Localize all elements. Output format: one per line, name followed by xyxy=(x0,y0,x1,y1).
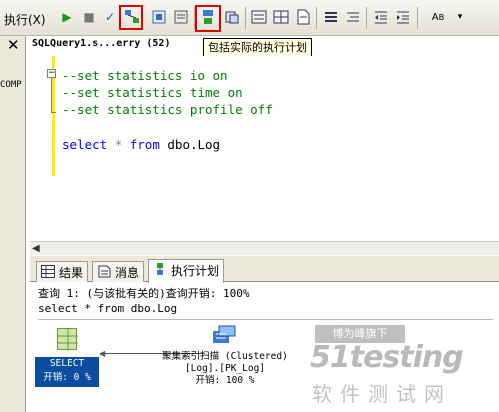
fold-guide xyxy=(51,78,52,112)
results-to-text-icon[interactable] xyxy=(250,8,268,26)
truncated-panel-label: COMP xyxy=(0,80,22,90)
object-explorer-strip: ✕ COMP xyxy=(0,36,26,412)
scroll-left-icon[interactable]: ◀ xyxy=(32,243,40,254)
fold-guide-end xyxy=(51,112,56,113)
editor-horizontal-scrollbar[interactable]: ◀ xyxy=(30,241,499,255)
tab-execution-plan-label: 执行计划 xyxy=(171,264,220,278)
parse-icon[interactable]: ✓ xyxy=(101,8,119,26)
highlight-box-actual xyxy=(195,5,221,32)
clustered-index-scan-icon[interactable] xyxy=(212,325,236,347)
watermark-logo: 51testing xyxy=(310,340,464,375)
tab-results[interactable]: 结果 xyxy=(36,261,89,282)
toolbar-separator xyxy=(366,7,367,29)
specify-template-values-icon[interactable]: AB xyxy=(426,8,450,26)
tab-execution-plan[interactable]: 执行计划 xyxy=(148,259,225,283)
results-to-grid-icon[interactable] xyxy=(272,8,290,26)
highlight-box-estimated xyxy=(119,5,143,30)
query-text: select * from dbo.Log xyxy=(38,302,178,315)
decrease-indent-icon[interactable] xyxy=(372,8,390,26)
keyword-select: select xyxy=(62,137,108,152)
grid-icon xyxy=(41,265,55,278)
query-cost-header: 查询 1: (与该批有关的)查询开销: 100% xyxy=(38,287,250,300)
select-operator-node[interactable]: SELECT 开销: 0 % xyxy=(35,325,99,387)
debug-icon[interactable]: ▶ xyxy=(58,8,76,26)
query-editor[interactable]: − --set statistics io on --set statistic… xyxy=(30,56,495,240)
increase-indent-icon[interactable] xyxy=(394,8,412,26)
client-statistics-icon[interactable] xyxy=(223,8,241,26)
sql-editor-toolbar: 执行(X) ▶ ■ ✓ AB ▾ xyxy=(0,0,499,36)
execute-button[interactable]: 执行(X) xyxy=(4,11,46,28)
code-line-3: --set statistics profile off xyxy=(62,102,273,117)
close-icon[interactable]: ✕ xyxy=(7,36,20,54)
plan-divider xyxy=(38,319,493,320)
toolbar-separator xyxy=(417,7,418,29)
query-designer-icon[interactable] xyxy=(150,8,168,26)
clustered-index-scan-label: 聚集索引扫描 (Clustered) [Log].[PK_Log] 开销: 10… xyxy=(162,351,288,386)
table-name: dbo.Log xyxy=(167,137,221,152)
uncomment-lines-icon[interactable] xyxy=(344,8,362,26)
cancel-query-icon[interactable]: ■ xyxy=(80,8,98,26)
code-line-select: select * from dbo.Log xyxy=(62,137,220,152)
select-operator-label: SELECT 开销: 0 % xyxy=(35,357,99,387)
arrow-head-icon: ◀ xyxy=(99,349,106,358)
select-operator-icon xyxy=(57,328,78,351)
code-line-1: --set statistics io on xyxy=(62,68,228,83)
toolbar-overflow-icon[interactable]: ▾ xyxy=(451,8,469,26)
tab-results-label: 结果 xyxy=(59,266,84,280)
messages-icon xyxy=(98,265,111,278)
results-tab-strip: 结果 消息 执行计划 xyxy=(30,256,499,283)
comment-lines-icon[interactable] xyxy=(322,8,340,26)
query-document-tab[interactable]: SQLQuery1.s...erry (52) xyxy=(32,38,204,56)
keyword-from: from xyxy=(129,137,160,152)
tooltip-include-actual-plan: 包括实际的执行计划 xyxy=(203,38,312,57)
toolbar-separator xyxy=(245,7,246,29)
code-line-2: --set statistics time on xyxy=(62,85,243,100)
toolbar-separator xyxy=(316,7,317,29)
execution-plan-icon xyxy=(157,263,163,275)
tab-messages-label: 消息 xyxy=(115,266,140,280)
specify-values-icon[interactable] xyxy=(172,8,190,26)
results-to-file-icon[interactable] xyxy=(294,8,312,26)
collapse-region-icon[interactable]: − xyxy=(47,69,56,78)
tab-messages[interactable]: 消息 xyxy=(92,261,145,282)
select-operator-name: SELECT xyxy=(49,358,85,369)
select-operator-cost: 开销: 0 % xyxy=(43,372,91,383)
watermark-subtitle: 软件测试网 xyxy=(312,382,452,406)
operator-star: * xyxy=(114,137,123,152)
